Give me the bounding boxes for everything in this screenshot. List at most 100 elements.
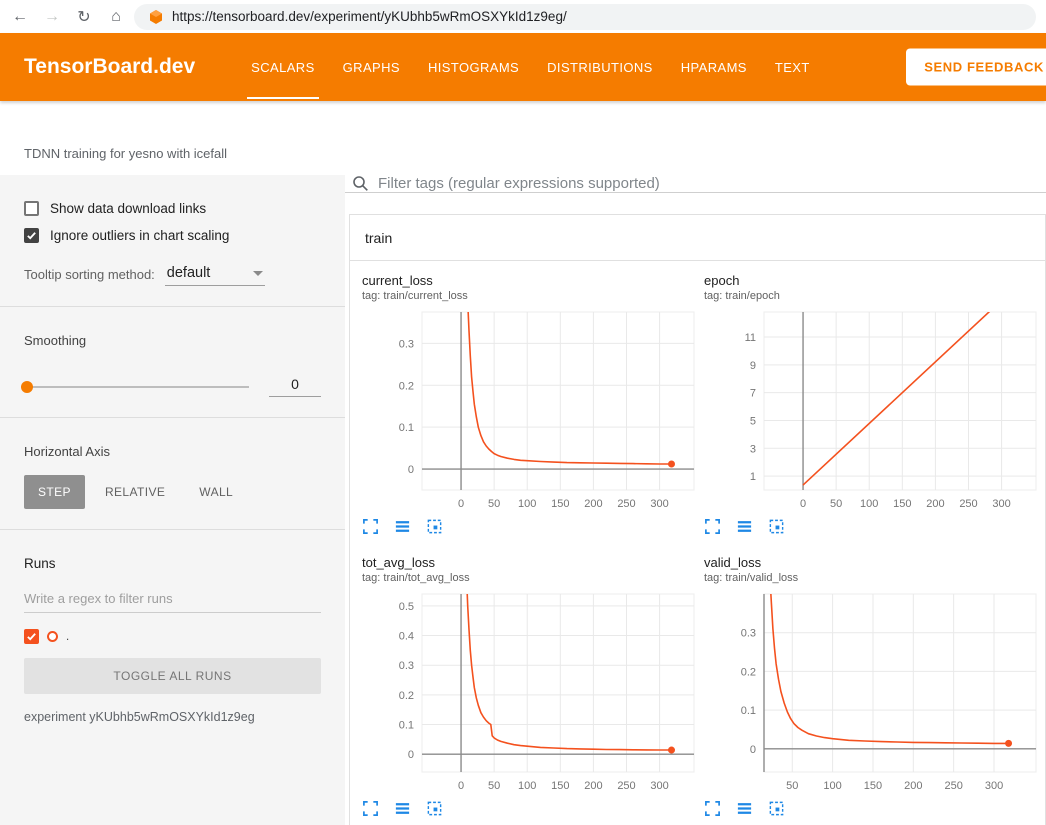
- show-download-links-label: Show data download links: [50, 201, 206, 216]
- tab-distributions[interactable]: DISTRIBUTIONS: [533, 33, 667, 101]
- line-chart[interactable]: 5010015020025030000.10.20.3: [704, 590, 1041, 798]
- divider: [0, 417, 345, 418]
- svg-text:200: 200: [584, 780, 602, 792]
- forward-icon[interactable]: →: [38, 3, 66, 31]
- train-card-header[interactable]: train: [350, 215, 1045, 261]
- chart-tag: tag: train/epoch: [704, 290, 1041, 302]
- chart-toolbar: [704, 800, 1041, 817]
- filter-tags-input[interactable]: [378, 175, 1046, 192]
- chart-title: valid_loss: [704, 555, 1041, 570]
- svg-text:7: 7: [750, 388, 756, 400]
- svg-text:0.2: 0.2: [399, 690, 414, 702]
- chart-tag: tag: train/current_loss: [362, 290, 699, 302]
- toggle-runs-icon[interactable]: [736, 800, 753, 817]
- address-bar[interactable]: https://tensorboard.dev/experiment/yKUbh…: [134, 4, 1036, 30]
- svg-text:50: 50: [488, 780, 500, 792]
- svg-text:0: 0: [458, 498, 464, 510]
- svg-text:150: 150: [864, 780, 882, 792]
- tab-hparams[interactable]: HPARAMS: [667, 33, 761, 101]
- expand-chart-icon[interactable]: [704, 800, 721, 817]
- smoothing-slider[interactable]: [24, 386, 249, 388]
- line-chart[interactable]: 0501001502002503001357911: [704, 308, 1041, 516]
- search-icon: [352, 175, 369, 192]
- check-icon: [26, 230, 37, 241]
- toggle-all-runs-button[interactable]: TOGGLE ALL RUNS: [24, 658, 321, 694]
- filter-tags-row: [345, 175, 1046, 193]
- relative-button[interactable]: RELATIVE: [91, 475, 179, 509]
- svg-text:0: 0: [408, 749, 414, 761]
- reload-icon[interactable]: ↻: [70, 3, 98, 31]
- smoothing-value[interactable]: 0: [269, 376, 321, 397]
- line-chart[interactable]: 05010015020025030000.10.20.3: [362, 308, 699, 516]
- fit-domain-icon[interactable]: [768, 518, 785, 535]
- svg-text:50: 50: [830, 498, 842, 510]
- tab-scalars[interactable]: SCALARS: [237, 33, 329, 101]
- svg-text:300: 300: [650, 780, 668, 792]
- chart-toolbar: [704, 518, 1041, 535]
- horizontal-axis-buttons: STEP RELATIVE WALL: [24, 475, 321, 509]
- svg-text:0.2: 0.2: [399, 380, 414, 392]
- tab-histograms[interactable]: HISTOGRAMS: [414, 33, 533, 101]
- ignore-outliers-row[interactable]: Ignore outliers in chart scaling: [24, 228, 321, 243]
- svg-text:0.3: 0.3: [399, 338, 414, 350]
- url-text: https://tensorboard.dev/experiment/yKUbh…: [172, 9, 567, 24]
- ignore-outliers-checkbox[interactable]: [24, 228, 39, 243]
- svg-text:0: 0: [408, 464, 414, 476]
- home-icon[interactable]: ⌂: [102, 3, 130, 31]
- tooltip-sorting-label: Tooltip sorting method:: [24, 267, 155, 286]
- svg-text:0.1: 0.1: [741, 705, 756, 717]
- show-download-links-row[interactable]: Show data download links: [24, 201, 321, 216]
- smoothing-slider-thumb[interactable]: [21, 381, 33, 393]
- train-card: train current_loss tag: train/current_lo…: [349, 214, 1046, 825]
- runs-filter-input[interactable]: [24, 585, 321, 613]
- back-icon[interactable]: ←: [6, 3, 34, 31]
- svg-text:100: 100: [860, 498, 878, 510]
- svg-text:300: 300: [650, 498, 668, 510]
- expand-chart-icon[interactable]: [362, 518, 379, 535]
- experiment-bar: TDNN training for yesno with icefall: [0, 101, 1046, 175]
- chart-card-tot-avg-loss: tot_avg_loss tag: train/tot_avg_loss 050…: [362, 555, 699, 817]
- fit-domain-icon[interactable]: [426, 800, 443, 817]
- ignore-outliers-label: Ignore outliers in chart scaling: [50, 228, 229, 243]
- chart-toolbar: [362, 518, 699, 535]
- tooltip-sorting-dropdown[interactable]: default: [165, 265, 265, 286]
- runs-label: Runs: [24, 556, 321, 571]
- svg-text:200: 200: [584, 498, 602, 510]
- nav-tabs: SCALARS GRAPHS HISTOGRAMS DISTRIBUTIONS …: [237, 33, 824, 101]
- content: Show data download links Ignore outliers…: [0, 175, 1046, 825]
- experiment-title: TDNN training for yesno with icefall: [24, 146, 227, 161]
- expand-chart-icon[interactable]: [362, 800, 379, 817]
- tab-graphs[interactable]: GRAPHS: [329, 33, 414, 101]
- tensorboard-favicon: [148, 9, 164, 25]
- run-row[interactable]: .: [24, 629, 321, 644]
- svg-text:300: 300: [985, 780, 1003, 792]
- fit-domain-icon[interactable]: [768, 800, 785, 817]
- chart-card-valid-loss: valid_loss tag: train/valid_loss 5010015…: [704, 555, 1041, 817]
- expand-chart-icon[interactable]: [704, 518, 721, 535]
- horizontal-axis-label: Horizontal Axis: [24, 444, 321, 459]
- toggle-runs-icon[interactable]: [394, 800, 411, 817]
- run-checkbox[interactable]: [24, 629, 39, 644]
- svg-text:300: 300: [992, 498, 1010, 510]
- toggle-runs-icon[interactable]: [736, 518, 753, 535]
- line-chart[interactable]: 05010015020025030000.10.20.30.40.5: [362, 590, 699, 798]
- toggle-runs-icon[interactable]: [394, 518, 411, 535]
- svg-text:200: 200: [926, 498, 944, 510]
- svg-text:150: 150: [551, 780, 569, 792]
- send-feedback-button[interactable]: SEND FEEDBACK: [906, 49, 1046, 86]
- wall-button[interactable]: WALL: [185, 475, 247, 509]
- show-download-links-checkbox[interactable]: [24, 201, 39, 216]
- svg-text:100: 100: [518, 498, 536, 510]
- fit-domain-icon[interactable]: [426, 518, 443, 535]
- divider: [0, 529, 345, 530]
- svg-text:0.1: 0.1: [399, 422, 414, 434]
- tab-text[interactable]: TEXT: [761, 33, 824, 101]
- check-icon: [26, 631, 37, 642]
- run-name: .: [66, 631, 69, 643]
- step-button[interactable]: STEP: [24, 475, 85, 509]
- chart-card-current-loss: current_loss tag: train/current_loss 050…: [362, 273, 699, 535]
- svg-text:0: 0: [750, 744, 756, 756]
- svg-text:150: 150: [893, 498, 911, 510]
- app-logo: TensorBoard.dev: [24, 55, 195, 79]
- svg-text:250: 250: [959, 498, 977, 510]
